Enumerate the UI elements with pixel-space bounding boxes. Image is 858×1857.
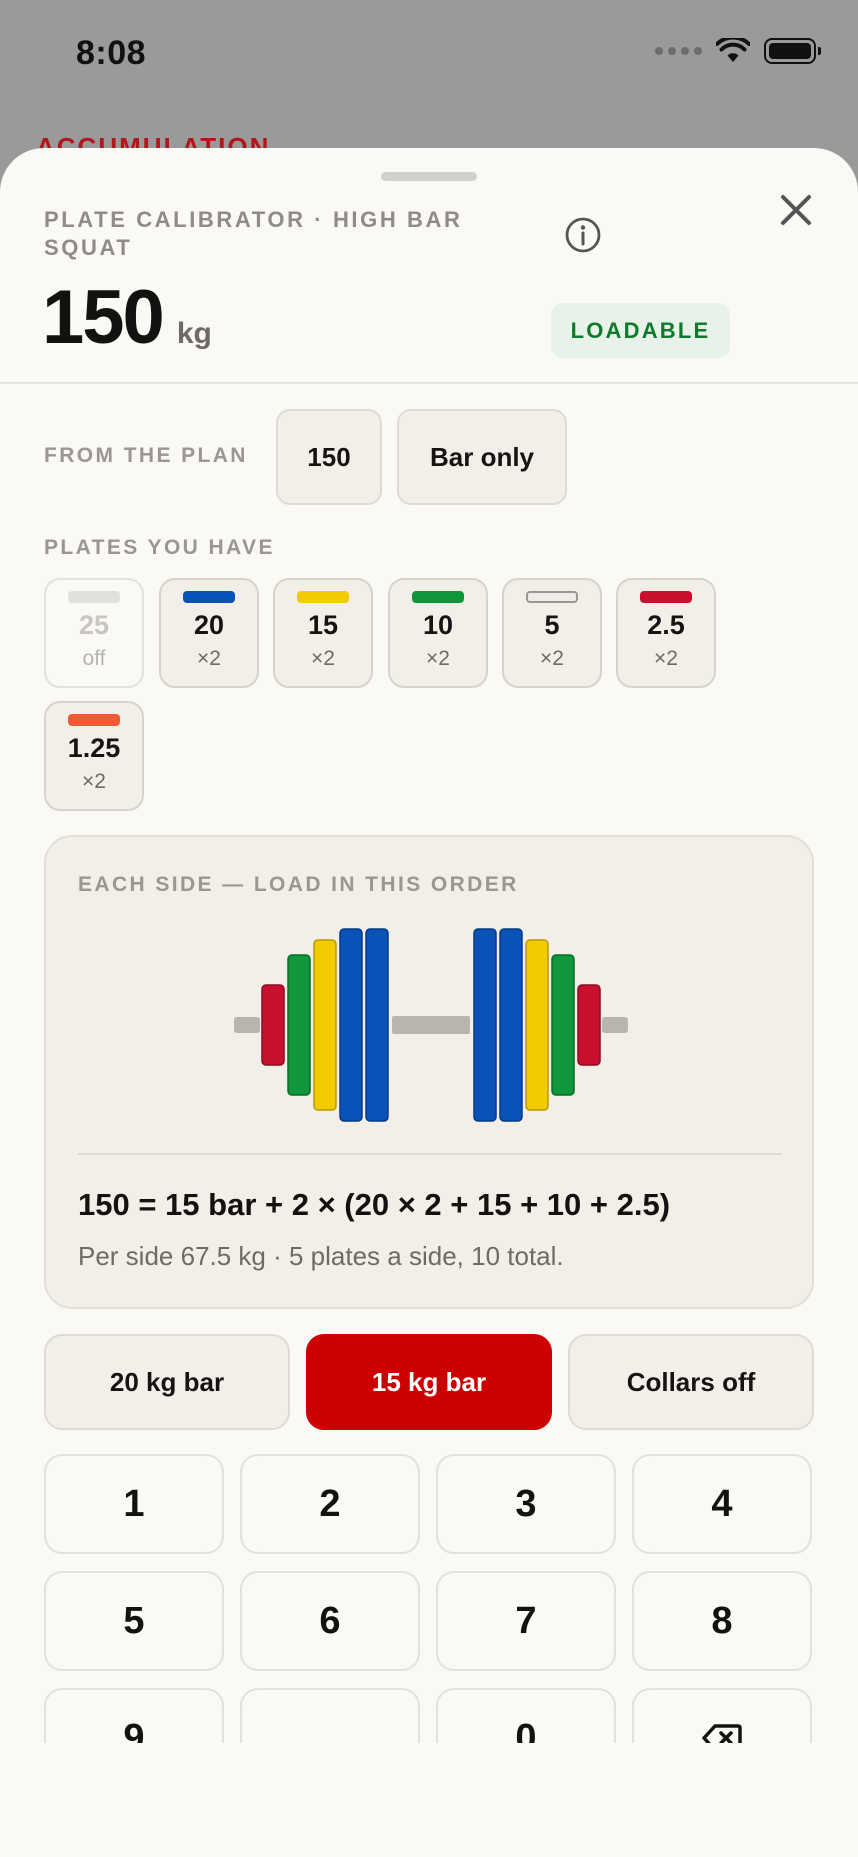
plate-calibrator-sheet: PLATE CALIBRATOR · HIGH BAR SQUAT 150 kg… [0, 148, 858, 1857]
close-icon [781, 195, 811, 225]
card-divider [78, 1153, 782, 1155]
plan-chip-150[interactable]: 150 [276, 409, 382, 505]
plate-right-20 [473, 928, 497, 1122]
target-weight-value: 150 [42, 275, 165, 360]
plate-left-20 [339, 928, 363, 1122]
status-badge: LOADABLE [551, 303, 730, 358]
header-divider [0, 382, 858, 384]
plate-value: 20 [193, 610, 225, 640]
plates-label: PLATES YOU HAVE [44, 536, 275, 559]
plate-left-15 [313, 939, 337, 1111]
plate-chip-15[interactable]: 15 ×2 [273, 578, 373, 688]
plate-color-swatch [412, 591, 464, 603]
plan-chip-bar-only[interactable]: Bar only [397, 409, 567, 505]
plate-chip-5[interactable]: 5 ×2 [502, 578, 602, 688]
plate-right-2-5 [577, 984, 601, 1066]
load-summary: Per side 67.5 kg · 5 plates a side, 10 t… [78, 1241, 564, 1271]
plate-chip-20[interactable]: 20 ×2 [159, 578, 259, 688]
close-button[interactable] [772, 186, 820, 234]
plate-quantity: ×2 [82, 770, 106, 793]
bar-sleeve-right [602, 1017, 628, 1033]
plate-right-20 [499, 928, 523, 1122]
plate-color-swatch [297, 591, 349, 603]
load-order-label: EACH SIDE — LOAD IN THIS ORDER [78, 873, 519, 896]
target-weight: 150 kg [42, 274, 212, 361]
battery-icon [764, 38, 821, 64]
plate-chip-10[interactable]: 10 ×2 [388, 578, 488, 688]
plate-value: 2.5 [647, 610, 685, 640]
key-6[interactable]: 6 [240, 1571, 420, 1671]
key-8[interactable]: 8 [632, 1571, 812, 1671]
plate-value: 5 [544, 610, 560, 640]
target-weight-unit: kg [176, 317, 212, 350]
plate-value: 25 [78, 610, 110, 640]
calibrator-title: PLATE CALIBRATOR · HIGH BAR SQUAT [44, 207, 463, 260]
cellular-signal-icon [655, 47, 702, 55]
plate-chip-2-5[interactable]: 2.5 ×2 [616, 578, 716, 688]
plate-color-swatch [68, 591, 120, 603]
key-5[interactable]: 5 [44, 1571, 224, 1671]
plate-color-swatch [68, 714, 120, 726]
status-icons [655, 38, 821, 64]
keypad-clip [0, 1743, 858, 1857]
key-7[interactable]: 7 [436, 1571, 616, 1671]
plate-quantity: ×2 [426, 647, 450, 670]
plate-quantity: ×2 [197, 647, 221, 670]
key-4[interactable]: 4 [632, 1454, 812, 1554]
plate-right-15 [525, 939, 549, 1111]
bar-20kg-button[interactable]: 20 kg bar [44, 1334, 290, 1430]
plate-quantity: ×2 [311, 647, 335, 670]
plate-color-swatch [640, 591, 692, 603]
plate-chip-1-25[interactable]: 1.25 ×2 [44, 701, 144, 811]
plate-color-swatch [183, 591, 235, 603]
status-time: 8:08 [76, 34, 147, 72]
key-3[interactable]: 3 [436, 1454, 616, 1554]
key-2[interactable]: 2 [240, 1454, 420, 1554]
collars-off-button[interactable]: Collars off [568, 1334, 814, 1430]
wifi-icon [716, 38, 750, 62]
plate-color-swatch [526, 591, 578, 603]
plate-left-10 [287, 954, 311, 1096]
barbell-diagram [234, 928, 628, 1122]
key-1[interactable]: 1 [44, 1454, 224, 1554]
plate-quantity: ×2 [654, 647, 678, 670]
plate-value: 1.25 [67, 733, 121, 763]
load-formula: 150 = 15 bar + 2 × (20 × 2 + 15 + 10 + 2… [78, 1187, 671, 1222]
info-button[interactable] [564, 216, 602, 254]
plate-value: 10 [422, 610, 454, 640]
load-order-card: EACH SIDE — LOAD IN THIS ORDER 150 = 15 … [44, 835, 814, 1309]
info-icon [565, 217, 601, 253]
bar-sleeve-left [234, 1017, 260, 1033]
plate-left-20 [365, 928, 389, 1122]
plate-quantity: ×2 [540, 647, 564, 670]
status-bar: 8:08 [0, 0, 858, 110]
plate-quantity: off [82, 647, 106, 670]
sheet-grabber[interactable] [381, 172, 477, 181]
plate-value: 15 [307, 610, 339, 640]
plate-chip-25[interactable]: 25 off [44, 578, 144, 688]
from-plan-label: FROM THE PLAN [44, 444, 248, 467]
plate-right-10 [551, 954, 575, 1096]
bar-15kg-button[interactable]: 15 kg bar [306, 1334, 552, 1430]
plate-left-2-5 [261, 984, 285, 1066]
bar-shaft [392, 1016, 470, 1034]
